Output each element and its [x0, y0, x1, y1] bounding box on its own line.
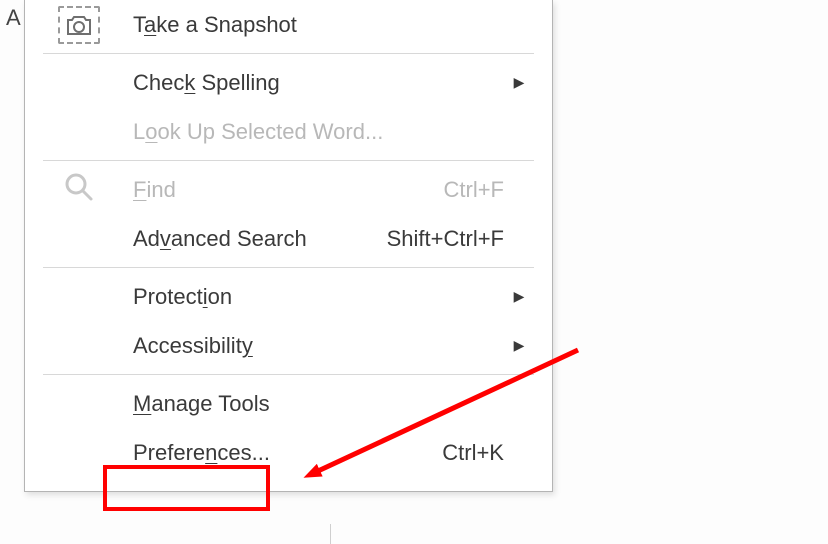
- menu-item-label: Preferences...: [133, 440, 442, 466]
- menu-item-find: FindCtrl+F: [25, 165, 552, 214]
- menu-item-label: Check Spelling: [133, 70, 504, 96]
- submenu-arrow-icon: ▶: [506, 288, 532, 305]
- menu-item-label: Advanced Search: [133, 226, 387, 252]
- menu-item-label: Protection: [133, 284, 504, 310]
- search-icon: [63, 171, 95, 208]
- menu-item-managetools[interactable]: Manage Tools: [25, 379, 552, 428]
- menu-item-accessibility[interactable]: Accessibility▶: [25, 321, 552, 370]
- context-menu: Take a SnapshotCheck Spelling▶Look Up Se…: [24, 0, 553, 492]
- menu-item-label: Look Up Selected Word...: [133, 119, 504, 145]
- menu-item-spelling[interactable]: Check Spelling▶: [25, 58, 552, 107]
- menu-item-protection[interactable]: Protection▶: [25, 272, 552, 321]
- submenu-arrow-icon: ▶: [506, 74, 532, 91]
- menu-item-shortcut: Ctrl+F: [444, 177, 507, 203]
- menu-separator: [43, 374, 534, 375]
- menu-item-snapshot[interactable]: Take a Snapshot: [25, 0, 552, 49]
- menu-item-label: Take a Snapshot: [133, 12, 504, 38]
- menu-item-advsearch[interactable]: Advanced SearchShift+Ctrl+F: [25, 214, 552, 263]
- menu-item-preferences[interactable]: Preferences...Ctrl+K: [25, 428, 552, 477]
- submenu-arrow-icon: ▶: [506, 337, 532, 354]
- menu-separator: [43, 160, 534, 161]
- background-letter: A: [6, 5, 21, 31]
- menu-item-label: Accessibility: [133, 333, 504, 359]
- menu-item-lookup: Look Up Selected Word...: [25, 107, 552, 156]
- menu-item-shortcut: Shift+Ctrl+F: [387, 226, 506, 252]
- menu-item-shortcut: Ctrl+K: [442, 440, 506, 466]
- camera-icon: [58, 6, 100, 44]
- menu-separator: [43, 53, 534, 54]
- document-edge: [330, 524, 331, 544]
- menu-item-label: Manage Tools: [133, 391, 504, 417]
- menu-separator: [43, 267, 534, 268]
- menu-item-label: Find: [133, 177, 444, 203]
- menu-item-icon-cell: [25, 171, 133, 208]
- page-root: A Take a SnapshotCheck Spelling▶Look Up …: [0, 0, 828, 544]
- menu-item-icon-cell: [25, 6, 133, 44]
